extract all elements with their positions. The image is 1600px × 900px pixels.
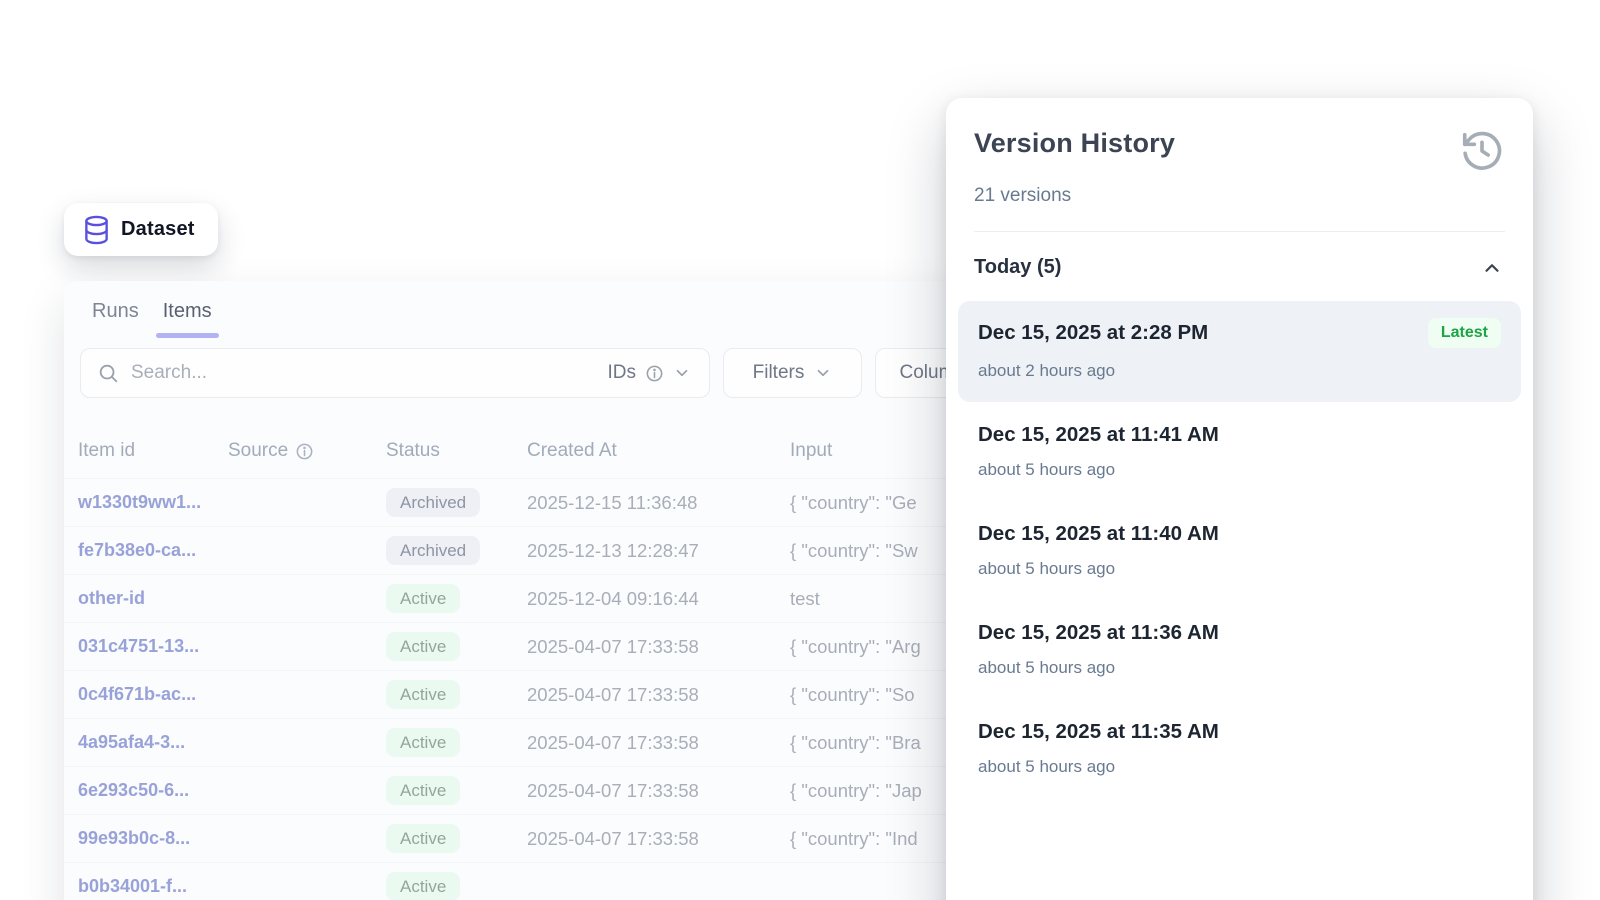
version-entry[interactable]: Dec 15, 2025 at 2:28 PM Latest about 2 h… — [958, 301, 1521, 402]
today-section-label: Today (5) — [974, 256, 1061, 279]
version-history-title: Version History — [974, 128, 1175, 159]
today-section-header[interactable]: Today (5) — [946, 232, 1533, 297]
created-at-cell: 2025-12-13 12:28:47 — [527, 540, 790, 562]
dataset-badge-label: Dataset — [121, 218, 195, 241]
version-relative-time: about 5 hours ago — [978, 559, 1501, 579]
item-id-link[interactable]: w1330t9ww1... — [78, 492, 228, 513]
tab-runs[interactable]: Runs — [92, 300, 139, 338]
version-relative-time: about 5 hours ago — [978, 460, 1501, 480]
database-icon — [83, 215, 110, 245]
status-badge: Active — [386, 728, 460, 757]
item-id-link[interactable]: 031c4751-13... — [78, 636, 228, 657]
item-id-link[interactable]: 99e93b0c-8... — [78, 828, 228, 849]
created-at-cell: 2025-04-07 17:33:58 — [527, 636, 790, 658]
created-at-cell: 2025-12-04 09:16:44 — [527, 588, 790, 610]
item-id-link[interactable]: b0b34001-f... — [78, 876, 228, 897]
version-date: Dec 15, 2025 at 11:41 AM — [978, 423, 1219, 447]
column-header-status[interactable]: Status — [386, 440, 527, 462]
desktop-background: { "badge": { "label": "Dataset" }, "tabs… — [0, 0, 1600, 900]
item-id-link[interactable]: 4a95afa4-3... — [78, 732, 228, 753]
filters-label: Filters — [753, 362, 805, 384]
item-id-link[interactable]: 6e293c50-6... — [78, 780, 228, 801]
status-badge: Active — [386, 680, 460, 709]
info-icon — [295, 442, 314, 461]
item-id-link[interactable]: 0c4f671b-ac... — [78, 684, 228, 705]
ids-label: IDs — [608, 362, 637, 384]
info-icon — [645, 364, 664, 383]
status-badge: Active — [386, 776, 460, 805]
ids-dropdown[interactable]: IDs — [608, 362, 692, 384]
created-at-cell: 2025-04-07 17:33:58 — [527, 684, 790, 706]
version-relative-time: about 5 hours ago — [978, 757, 1501, 777]
search-box[interactable]: IDs — [80, 348, 710, 398]
created-at-cell: 2025-04-07 17:33:58 — [527, 780, 790, 802]
tab-items[interactable]: Items — [163, 300, 212, 338]
version-date: Dec 15, 2025 at 11:35 AM — [978, 720, 1219, 744]
version-relative-time: about 5 hours ago — [978, 658, 1501, 678]
column-header-created-at[interactable]: Created At — [527, 440, 790, 462]
chevron-down-icon — [814, 364, 832, 382]
dataset-badge[interactable]: Dataset — [64, 203, 218, 256]
version-date: Dec 15, 2025 at 11:36 AM — [978, 621, 1219, 645]
filters-button[interactable]: Filters — [723, 348, 862, 398]
version-entry[interactable]: Dec 15, 2025 at 11:40 AM Latest about 5 … — [958, 505, 1521, 600]
version-count: 21 versions — [974, 185, 1505, 207]
history-icon[interactable] — [1459, 128, 1505, 174]
item-id-link[interactable]: other-id — [78, 588, 228, 609]
search-input[interactable] — [131, 362, 596, 384]
item-id-link[interactable]: fe7b38e0-ca... — [78, 540, 228, 561]
version-entry[interactable]: Dec 15, 2025 at 11:41 AM Latest about 5 … — [958, 406, 1521, 501]
version-entry[interactable]: Dec 15, 2025 at 11:36 AM Latest about 5 … — [958, 604, 1521, 699]
version-date: Dec 15, 2025 at 11:40 AM — [978, 522, 1219, 546]
version-date: Dec 15, 2025 at 2:28 PM — [978, 321, 1208, 345]
version-history-header: Version History 21 versions — [946, 98, 1533, 232]
status-badge: Active — [386, 632, 460, 661]
column-header-item-id[interactable]: Item id — [78, 440, 228, 462]
chevron-down-icon — [673, 364, 691, 382]
chevron-up-icon[interactable] — [1481, 257, 1503, 279]
status-badge: Archived — [386, 536, 480, 565]
column-header-source[interactable]: Source — [228, 440, 386, 462]
status-badge: Active — [386, 584, 460, 613]
status-badge: Archived — [386, 488, 480, 517]
version-history-panel: Version History 21 versions Today (5) — [946, 98, 1533, 900]
version-list: Dec 15, 2025 at 2:28 PM Latest about 2 h… — [946, 297, 1533, 798]
status-badge: Active — [386, 872, 460, 900]
latest-badge: Latest — [1428, 318, 1501, 348]
status-badge: Active — [386, 824, 460, 853]
version-entry[interactable]: Dec 15, 2025 at 11:35 AM Latest about 5 … — [958, 703, 1521, 798]
created-at-cell: 2025-12-15 11:36:48 — [527, 492, 790, 514]
search-icon — [97, 362, 119, 384]
version-relative-time: about 2 hours ago — [978, 361, 1501, 381]
created-at-cell: 2025-04-07 17:33:58 — [527, 828, 790, 850]
created-at-cell: 2025-04-07 17:33:58 — [527, 732, 790, 754]
